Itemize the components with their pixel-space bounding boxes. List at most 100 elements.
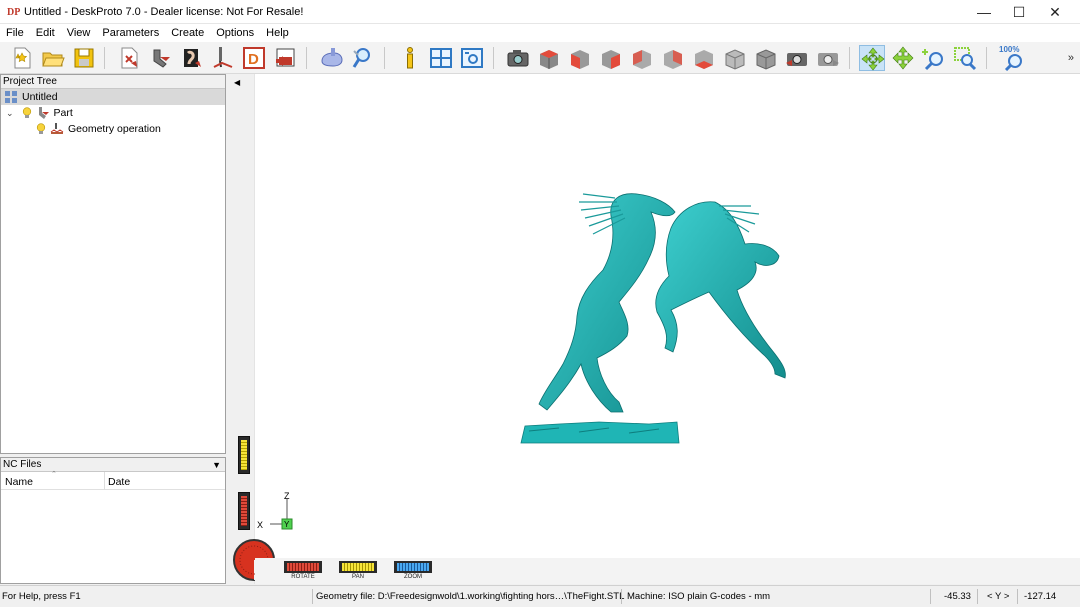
zoom-mode-button[interactable] (921, 45, 947, 71)
toolbar-separator (104, 47, 105, 69)
menu-view[interactable]: View (61, 24, 97, 42)
new-file-icon (14, 47, 31, 69)
next-view-button[interactable] (815, 45, 841, 71)
view-bottom-button[interactable] (691, 45, 717, 71)
export-icon (276, 48, 295, 67)
zoom-window-button[interactable] (952, 45, 978, 71)
pan-dial-grip (241, 440, 247, 470)
toolbar-separator (384, 47, 385, 69)
rotate-vertical-dial[interactable] (238, 492, 250, 530)
tree-item-part[interactable]: ⌄ Part (1, 105, 73, 121)
view-camera-button[interactable] (505, 45, 531, 71)
chevron-down-icon[interactable]: ⌄ (6, 108, 14, 119)
model-horse-right (655, 201, 786, 379)
column-header-date[interactable]: Date (108, 476, 130, 488)
sort-indicator-icon: ⌃ (51, 471, 57, 478)
layout-button[interactable] (428, 45, 454, 71)
toolbar-separator (849, 47, 850, 69)
3d-viewport[interactable]: ◀ Z X Y ROTATE PAN ZOOM (229, 74, 1080, 584)
model-base (520, 421, 680, 444)
cube-iso-alt-icon (756, 49, 776, 70)
cube-front-icon (571, 50, 589, 69)
inspect-button[interactable] (350, 45, 376, 71)
new-project-button[interactable] (9, 45, 35, 71)
zoom-100-button[interactable]: 100% (999, 45, 1029, 71)
menu-options[interactable]: Options (210, 24, 260, 42)
zoom-level-badge: 100% (999, 45, 1020, 54)
zoom-in-icon (922, 49, 943, 71)
project-icon (5, 91, 17, 103)
rotate-mode-button[interactable] (859, 45, 885, 71)
tree-item-operation[interactable]: Geometry operation (1, 121, 161, 137)
load-geometry-icon (121, 47, 138, 69)
column-header-name[interactable]: Name (5, 476, 33, 488)
view-front-button[interactable] (567, 45, 593, 71)
save-icon (74, 48, 94, 68)
part-icon (153, 49, 170, 68)
dropdown-arrow-icon[interactable]: ▼ (212, 458, 221, 472)
view-left-button[interactable] (660, 45, 686, 71)
project-tree-header: Project Tree (1, 75, 225, 89)
maximize-button[interactable]: ☐ (1001, 0, 1037, 24)
3d-model-fighting-horses[interactable] (519, 186, 809, 444)
toolpath-button[interactable] (210, 45, 236, 71)
status-separator (977, 589, 978, 604)
load-geometry-button[interactable] (117, 45, 143, 71)
view-back-button[interactable] (629, 45, 655, 71)
title-bar: DP Untitled - DeskProto 7.0 - Dealer lic… (0, 0, 1080, 24)
pan-dial[interactable] (339, 561, 377, 573)
status-coordinate-left: -45.33 (944, 591, 971, 602)
operation-parameters-button[interactable] (179, 45, 205, 71)
toolbar-overflow-button[interactable]: » (1068, 52, 1074, 64)
export-nc-button[interactable] (272, 45, 298, 71)
view-iso-button[interactable] (722, 45, 748, 71)
pan-dial-label: PAN (352, 574, 364, 580)
view-top-button[interactable] (536, 45, 562, 71)
part-parameters-button[interactable] (148, 45, 174, 71)
minimize-button[interactable]: — (966, 0, 1002, 24)
status-separator (930, 589, 931, 604)
close-button[interactable]: ✕ (1037, 0, 1073, 24)
menu-parameters[interactable]: Parameters (96, 24, 165, 42)
toolbar-separator (986, 47, 987, 69)
column-divider[interactable] (104, 472, 105, 490)
lightbulb-icon[interactable] (36, 123, 46, 135)
lightbulb-icon[interactable] (22, 107, 32, 119)
operation-icon (50, 123, 64, 134)
view-window-button[interactable] (459, 45, 485, 71)
view-window-icon (461, 48, 483, 68)
toolbar: D 100% » (0, 42, 1080, 74)
status-coordinate-right: -127.14 (1024, 591, 1057, 602)
status-axis-indicator: < Y > (987, 591, 1010, 602)
info-button[interactable] (397, 45, 423, 71)
nc-files-header: NC Files ▼ (1, 458, 225, 472)
menu-edit[interactable]: Edit (30, 24, 61, 42)
save-project-button[interactable] (71, 45, 97, 71)
zoom-dial[interactable] (394, 561, 432, 573)
view-right-button[interactable] (598, 45, 624, 71)
viewport-dial-bar: ROTATE PAN ZOOM (255, 558, 1080, 584)
camera-forward-icon (818, 53, 839, 66)
rotate-dial[interactable] (284, 561, 322, 573)
pan-vertical-dial[interactable] (238, 436, 250, 474)
create-dxf-button[interactable]: D (241, 45, 267, 71)
previous-view-button[interactable] (784, 45, 810, 71)
menu-file[interactable]: File (0, 24, 30, 42)
axis-label-z: Z (284, 491, 290, 501)
camera-icon (507, 50, 529, 67)
collapse-left-icon[interactable]: ◀ (234, 78, 240, 87)
menu-help[interactable]: Help (260, 24, 295, 42)
axis-label-y: Y (284, 520, 290, 529)
window-layout-icon (430, 48, 452, 68)
toolbar-separator (306, 47, 307, 69)
view-iso2-button[interactable] (753, 45, 779, 71)
cube-left-icon (664, 50, 682, 69)
menu-bar: File Edit View Parameters Create Options… (0, 24, 1080, 42)
pan-mode-button[interactable] (890, 45, 916, 71)
info-icon (407, 47, 413, 69)
menu-create[interactable]: Create (165, 24, 210, 42)
simulation-button[interactable] (319, 45, 345, 71)
toolbar-separator (493, 47, 494, 69)
open-project-button[interactable] (40, 45, 66, 71)
tree-item-root[interactable]: Untitled (1, 89, 225, 105)
